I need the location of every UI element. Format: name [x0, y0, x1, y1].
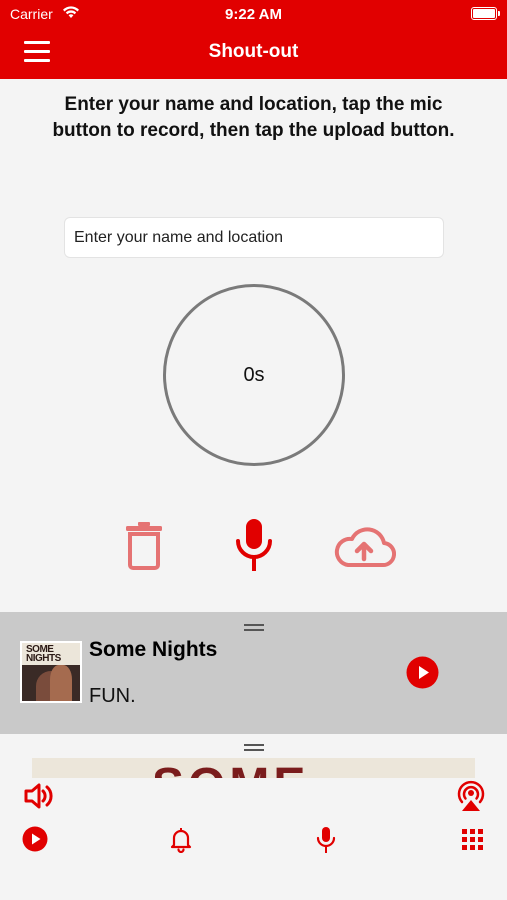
now-playing-play-button[interactable]: [406, 656, 439, 694]
page-title: Shout-out: [208, 41, 299, 62]
drag-handle-icon[interactable]: [244, 624, 264, 631]
status-bar: Carrier 9:22 AM: [0, 0, 507, 28]
recording-elapsed-time: 0s: [243, 364, 265, 386]
expanded-album-art: SOME: [32, 758, 475, 778]
shoutout-button[interactable]: [316, 826, 336, 859]
speaker-volume-icon: [24, 783, 53, 809]
delete-recording-button[interactable]: [124, 520, 164, 575]
track-title: Some Nights: [89, 638, 218, 661]
drag-handle-icon[interactable]: [244, 744, 264, 751]
airplay-icon: [457, 780, 485, 811]
play-button[interactable]: [22, 826, 48, 857]
play-circle-icon: [22, 826, 48, 852]
album-art-text: SOME NIGHTS: [26, 644, 61, 664]
volume-button[interactable]: [24, 782, 54, 815]
microphone-icon: [316, 827, 336, 853]
trash-icon: [126, 522, 162, 570]
name-location-input[interactable]: [64, 217, 444, 258]
microphone-icon: [236, 519, 272, 571]
grid-icon: [462, 829, 483, 850]
instructions-text: Enter your name and location, tap the mi…: [52, 94, 455, 141]
record-button[interactable]: [234, 517, 274, 578]
airplay-button[interactable]: [455, 780, 487, 817]
expanded-album-art-text: SOME: [152, 762, 309, 779]
grid-menu-button[interactable]: [462, 829, 483, 855]
status-time: 9:22 AM: [225, 6, 282, 23]
upload-button[interactable]: [332, 523, 397, 574]
notifications-button[interactable]: [170, 827, 192, 858]
player-controls-panel: SOME: [0, 734, 507, 900]
album-art: SOME NIGHTS: [20, 641, 82, 703]
cloud-upload-icon: [334, 527, 397, 568]
recording-timer-circle: 0s: [163, 284, 345, 466]
battery-icon: [471, 7, 500, 20]
track-artist: FUN.: [89, 685, 136, 707]
nav-bar: Shout-out: [0, 28, 507, 79]
now-playing-panel: SOME NIGHTS Some Nights FUN.: [0, 612, 507, 734]
bell-icon: [170, 828, 192, 854]
play-circle-icon: [406, 656, 439, 689]
